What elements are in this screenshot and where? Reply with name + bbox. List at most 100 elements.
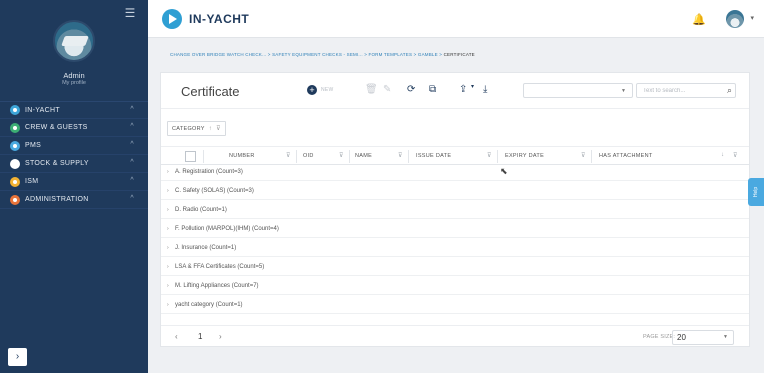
certificate-list-card: Certificate + NEW 🗑 ✎ ⟳ ⧉ ⇪ ▾ ⤓ ▼ ⌕ CATE… [160,72,750,347]
column-name[interactable]: NAME [355,153,372,159]
search-icon[interactable]: ⌕ [727,85,732,96]
filter-icon[interactable]: ⊽ [216,126,221,132]
expand-sidebar-button[interactable]: › [8,348,27,366]
sidebar-item-in-yacht[interactable]: IN-YACHT ^ [0,101,148,119]
next-page-button[interactable]: › [219,332,222,341]
page-number-1[interactable]: 1 [198,332,202,341]
chevron-up-icon[interactable]: ^ [130,159,134,166]
expand-chevron-icon[interactable]: › [167,245,169,251]
page-size-value: 20 [677,333,686,342]
expand-chevron-icon[interactable]: › [167,283,169,289]
user-avatar[interactable] [726,10,744,28]
edit-icon[interactable]: ✎ [383,85,391,95]
sidebar-item-label: ISM [25,178,39,185]
module-icon [10,122,20,133]
breadcrumb[interactable]: CHANGE OVER BRIDGE WATCH CHECK... > SAFE… [170,52,475,57]
notification-bell-icon[interactable]: 🔔 [692,13,706,26]
chevron-up-icon[interactable]: ^ [130,177,134,184]
expand-chevron-icon[interactable]: › [167,188,169,194]
chevron-up-icon[interactable]: ^ [130,195,134,202]
expand-chevron-icon[interactable]: › [167,169,169,175]
search-input[interactable] [636,83,736,98]
module-icon [10,176,20,187]
module-icon [10,105,20,115]
sidebar-item-label: STOCK & SUPPLY [25,160,89,167]
profile-section: ☰ Admin My profile [0,0,148,101]
chevron-up-icon[interactable]: ^ [130,123,134,130]
column-oid[interactable]: OID [303,153,314,159]
sidebar: ☰ Admin My profile IN-YACHT ^ CREW & GUEST… [0,0,148,373]
filter-icon[interactable]: ⊽ [398,152,403,159]
user-name: Admin [63,71,85,80]
chevron-up-icon[interactable]: ^ [130,141,134,148]
my-profile-link[interactable]: My profile [0,80,148,86]
breadcrumb-path[interactable]: CHANGE OVER BRIDGE WATCH CHECK... > SAFE… [170,52,444,57]
column-divider [349,150,350,163]
sidebar-item-label: ADMINISTRATION [25,196,89,203]
filter-icon[interactable]: ⊽ [581,152,586,159]
sidebar-item-administration[interactable]: ADMINISTRATION ^ [0,191,148,209]
group-chip-category[interactable]: CATEGORY ↑ ⊽ [167,121,226,136]
new-button-label[interactable]: NEW [321,87,334,93]
help-label: Help [752,186,759,198]
sort-asc-icon[interactable]: ↑ [209,126,212,132]
new-button-icon[interactable]: + [307,85,317,95]
brand-name: IN-YACHT [189,12,250,26]
group-row-label: yacht category (Count=1) [175,302,243,308]
share-icon[interactable]: ⇪ [459,85,467,95]
expand-chevron-icon[interactable]: › [167,302,169,308]
sidebar-item-ism[interactable]: ISM ^ [0,173,148,191]
group-row[interactable]: › LSA & FFA Certificates (Count=5) [161,260,749,276]
expand-chevron-icon[interactable]: › [167,207,169,213]
group-row-label: F. Pollution (MARPOL)(IHM) (Count=4) [175,226,279,232]
column-has-attachment[interactable]: HAS ATTACHMENT [599,153,653,159]
breadcrumb-current: CERTIFICATE [443,52,475,57]
mouse-cursor-icon: ⬉ [500,166,508,176]
sort-desc-icon[interactable]: ↓ [721,152,724,158]
group-row[interactable]: › J. Insurance (Count=1) [161,241,749,257]
filter-icon[interactable]: ⊽ [339,152,344,159]
group-row[interactable]: › yacht category (Count=1) [161,298,749,314]
sidebar-item-crew-guests[interactable]: CREW & GUESTS ^ [0,119,148,137]
page-title: Certificate [181,84,240,99]
expand-chevron-icon[interactable]: › [167,264,169,270]
column-divider [408,150,409,163]
column-issue-date[interactable]: ISSUE DATE [416,153,451,159]
filter-icon[interactable]: ⊽ [733,152,738,159]
module-icon [10,158,20,169]
avatar[interactable] [53,20,95,62]
sidebar-item-stock-supply[interactable]: STOCK & SUPPLY ^ [0,155,148,173]
copy-icon[interactable]: ⧉ [429,85,436,95]
filter-icon[interactable]: ⊽ [286,152,291,159]
filter-icon[interactable]: ⊽ [487,152,492,159]
layout-select[interactable]: ▼ [523,83,633,98]
select-all-checkbox[interactable] [185,151,196,162]
sidebar-item-label: PMS [25,142,42,149]
column-expiry-date[interactable]: EXPIRY DATE [505,153,544,159]
group-row[interactable]: › D. Radio (Count=1) [161,203,749,219]
group-row[interactable]: › A. Registration (Count=3) [161,165,749,181]
chevron-up-icon[interactable]: ^ [130,106,134,113]
download-icon[interactable]: ⤓ [483,85,487,95]
nav-list: IN-YACHT ^ CREW & GUESTS ^ PMS ^ STOCK & SUPPL… [0,101,148,209]
sidebar-item-pms[interactable]: PMS ^ [0,137,148,155]
card-toolbar: Certificate + NEW 🗑 ✎ ⟳ ⧉ ⇪ ▾ ⤓ ▼ ⌕ [161,73,749,109]
page-size-select[interactable]: 20 ▼ [672,330,734,345]
refresh-icon[interactable]: ⟳ [407,85,415,95]
user-menu-caret-icon[interactable]: ▾ [750,14,754,22]
expand-chevron-icon[interactable]: › [167,226,169,232]
group-row-label: J. Insurance (Count=1) [175,245,237,251]
group-row-label: D. Radio (Count=1) [175,207,227,213]
group-row[interactable]: › F. Pollution (MARPOL)(IHM) (Count=4) [161,222,749,238]
pager: ‹ 1 › PAGE SIZE: 20 ▼ [161,325,749,347]
group-row[interactable]: › C. Safety (SOLAS) (Count=3) [161,184,749,200]
prev-page-button[interactable]: ‹ [175,332,178,341]
column-number[interactable]: NUMBER [229,153,255,159]
delete-icon[interactable]: 🗑 [365,85,378,95]
share-dropdown-icon[interactable]: ▾ [471,82,474,92]
group-row[interactable]: › M. Lifting Appliances (Count=7) [161,279,749,295]
hamburger-menu-icon[interactable]: ☰ [124,7,136,19]
column-divider [296,150,297,163]
group-row-label: A. Registration (Count=3) [175,169,243,175]
help-tab[interactable]: Help [748,178,764,206]
